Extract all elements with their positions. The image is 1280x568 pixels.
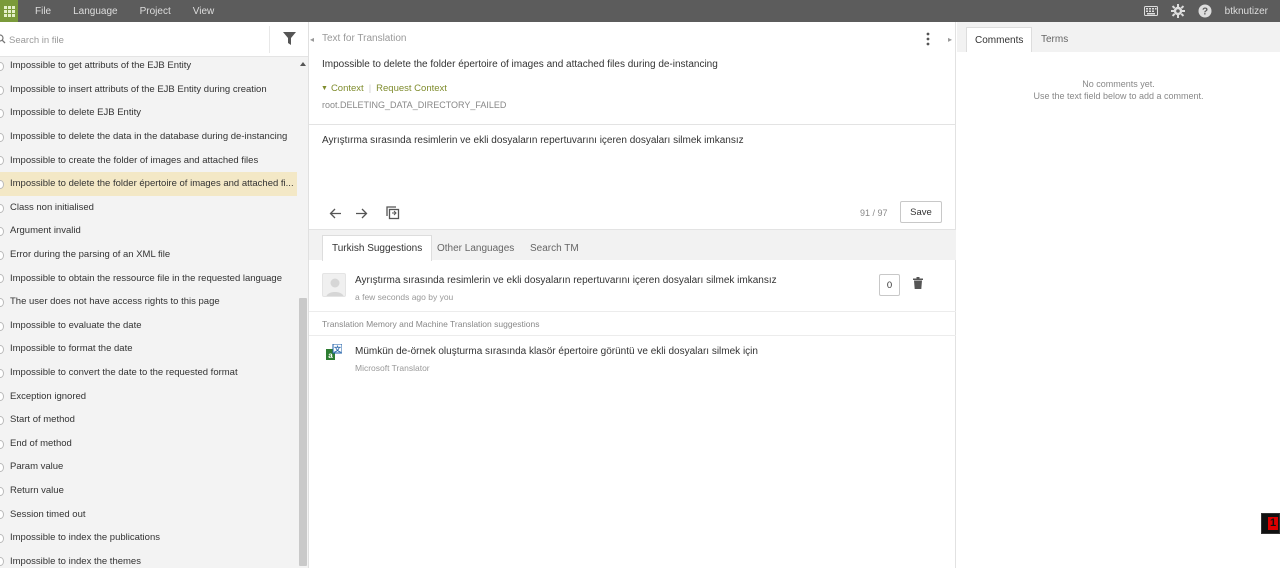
menu-view[interactable]: View	[182, 6, 226, 17]
source-text: Impossible to delete the folder épertoir…	[322, 59, 718, 70]
list-item[interactable]: Start of method	[0, 408, 297, 432]
list-scrollbar[interactable]	[299, 298, 307, 566]
machine-translation-text[interactable]: Mümkün de-örnek oluşturma sırasında klas…	[355, 346, 758, 357]
string-counter: 91 / 97	[860, 208, 888, 218]
filter-icon[interactable]	[283, 32, 296, 49]
top-bar: File Language Project View ? btknutizer	[0, 0, 1280, 22]
no-comments-text: No comments yet.	[1082, 79, 1155, 89]
gear-icon[interactable]	[1167, 0, 1189, 22]
context-link[interactable]: Context	[331, 83, 364, 94]
list-item[interactable]: Impossible to obtain the ressource file …	[0, 266, 297, 290]
context-separator: |	[368, 83, 372, 94]
string-list: Impossible to get attributs of the EJB E…	[0, 54, 297, 568]
machine-translation-source: Microsoft Translator	[355, 363, 430, 373]
search-divider	[269, 26, 270, 53]
menu-project[interactable]: Project	[129, 6, 182, 17]
caret-down-icon[interactable]: ▼	[321, 85, 328, 92]
list-item[interactable]: Impossible to delete EJB Entity	[0, 101, 297, 125]
menu-language[interactable]: Language	[62, 6, 129, 17]
translation-textarea[interactable]: Ayrıştırma sırasında resimlerin ve ekli …	[322, 135, 744, 146]
list-item[interactable]: Argument invalid	[0, 219, 297, 243]
tm-section-label: Translation Memory and Machine Translati…	[322, 319, 540, 329]
tab-search-tm[interactable]: Search TM	[521, 235, 588, 261]
string-list-panel: Impossible to get attributs of the EJB E…	[0, 22, 309, 568]
list-item[interactable]: Param value	[0, 455, 297, 479]
trash-icon[interactable]	[913, 277, 923, 292]
list-item[interactable]: Impossible to index the publications	[0, 526, 297, 550]
arrow-left-icon[interactable]	[326, 204, 344, 222]
vote-count[interactable]: 0	[879, 274, 900, 296]
list-item[interactable]: Impossible to insert attributs of the EJ…	[0, 78, 297, 102]
source-header: Text for Translation	[322, 33, 407, 44]
comments-panel: Comments Terms No comments yet. Use the …	[957, 22, 1280, 568]
search-icon	[0, 34, 6, 47]
search-bar	[0, 22, 308, 57]
editor-toolbar	[309, 194, 956, 230]
collapse-right-icon[interactable]: ▸	[948, 35, 952, 44]
list-item[interactable]: Class non initialised	[0, 196, 297, 220]
editor-panel: ◂ Text for Translation Impossible to del…	[309, 22, 956, 568]
context-links: ▼ Context | Request Context	[321, 83, 447, 94]
list-item[interactable]: Impossible to delete the folder épertoir…	[0, 171, 297, 196]
keyboard-icon[interactable]	[1140, 0, 1162, 22]
translator-icon: a文	[326, 343, 343, 363]
svg-text:文: 文	[334, 345, 342, 354]
suggestion-row[interactable]: Ayrıştırma sırasında resimlerin ve ekli …	[309, 260, 956, 312]
suggestion-text: Ayrıştırma sırasında resimlerin ve ekli …	[355, 275, 777, 286]
app-grid-icon[interactable]	[0, 0, 18, 22]
tab-comments[interactable]: Comments	[966, 27, 1033, 52]
more-options-icon[interactable]	[926, 32, 930, 49]
scroll-up-arrow[interactable]	[299, 60, 307, 68]
tab-other-languages[interactable]: Other Languages	[428, 235, 523, 261]
user-name[interactable]: btknutizer	[1225, 6, 1268, 17]
save-button[interactable]: Save	[900, 201, 942, 223]
right-tabs: Comments Terms	[957, 22, 1280, 52]
arrow-right-icon[interactable]	[352, 204, 370, 222]
avatar	[322, 273, 346, 297]
list-item[interactable]: Exception ignored	[0, 384, 297, 408]
help-icon[interactable]: ?	[1194, 0, 1216, 22]
tm-divider	[309, 335, 956, 336]
collapse-left-icon[interactable]: ◂	[310, 35, 314, 44]
tab-turkish-suggestions[interactable]: Turkish Suggestions	[322, 235, 433, 261]
search-input[interactable]	[9, 31, 259, 49]
notification-badge[interactable]: 1	[1261, 513, 1280, 534]
list-item[interactable]: The user does not have access rights to …	[0, 290, 297, 314]
copy-source-icon[interactable]	[384, 204, 402, 222]
menu-file[interactable]: File	[24, 6, 62, 17]
list-item[interactable]: End of method	[0, 432, 297, 456]
request-context-link[interactable]: Request Context	[376, 83, 447, 94]
suggestion-tabs: Turkish Suggestions Other Languages Sear…	[309, 229, 956, 261]
tab-terms[interactable]: Terms	[1033, 27, 1076, 52]
list-item[interactable]: Impossible to create the folder of image…	[0, 148, 297, 172]
list-item[interactable]: Return value	[0, 479, 297, 503]
list-item[interactable]: Impossible to get attributs of the EJB E…	[0, 54, 297, 78]
editor-divider	[309, 124, 956, 125]
list-item[interactable]: Session timed out	[0, 502, 297, 526]
menu-bar: File Language Project View	[24, 0, 225, 22]
top-right-tools: ? btknutizer	[1140, 0, 1280, 22]
list-item[interactable]: Error during the parsing of an XML file	[0, 243, 297, 267]
notification-mark: 1	[1268, 517, 1278, 530]
suggestion-meta: a few seconds ago by you	[355, 292, 454, 302]
list-item[interactable]: Impossible to delete the data in the dat…	[0, 125, 297, 149]
list-item[interactable]: Impossible to format the date	[0, 337, 297, 361]
add-comment-hint: Use the text field below to add a commen…	[1033, 91, 1204, 101]
svg-text:?: ?	[1202, 7, 1208, 18]
list-item[interactable]: Impossible to evaluate the date	[0, 314, 297, 338]
list-item[interactable]: Impossible to index the themes	[0, 549, 297, 568]
list-item[interactable]: Impossible to convert the date to the re…	[0, 361, 297, 385]
string-key: root.DELETING_DATA_DIRECTORY_FAILED	[322, 100, 507, 110]
